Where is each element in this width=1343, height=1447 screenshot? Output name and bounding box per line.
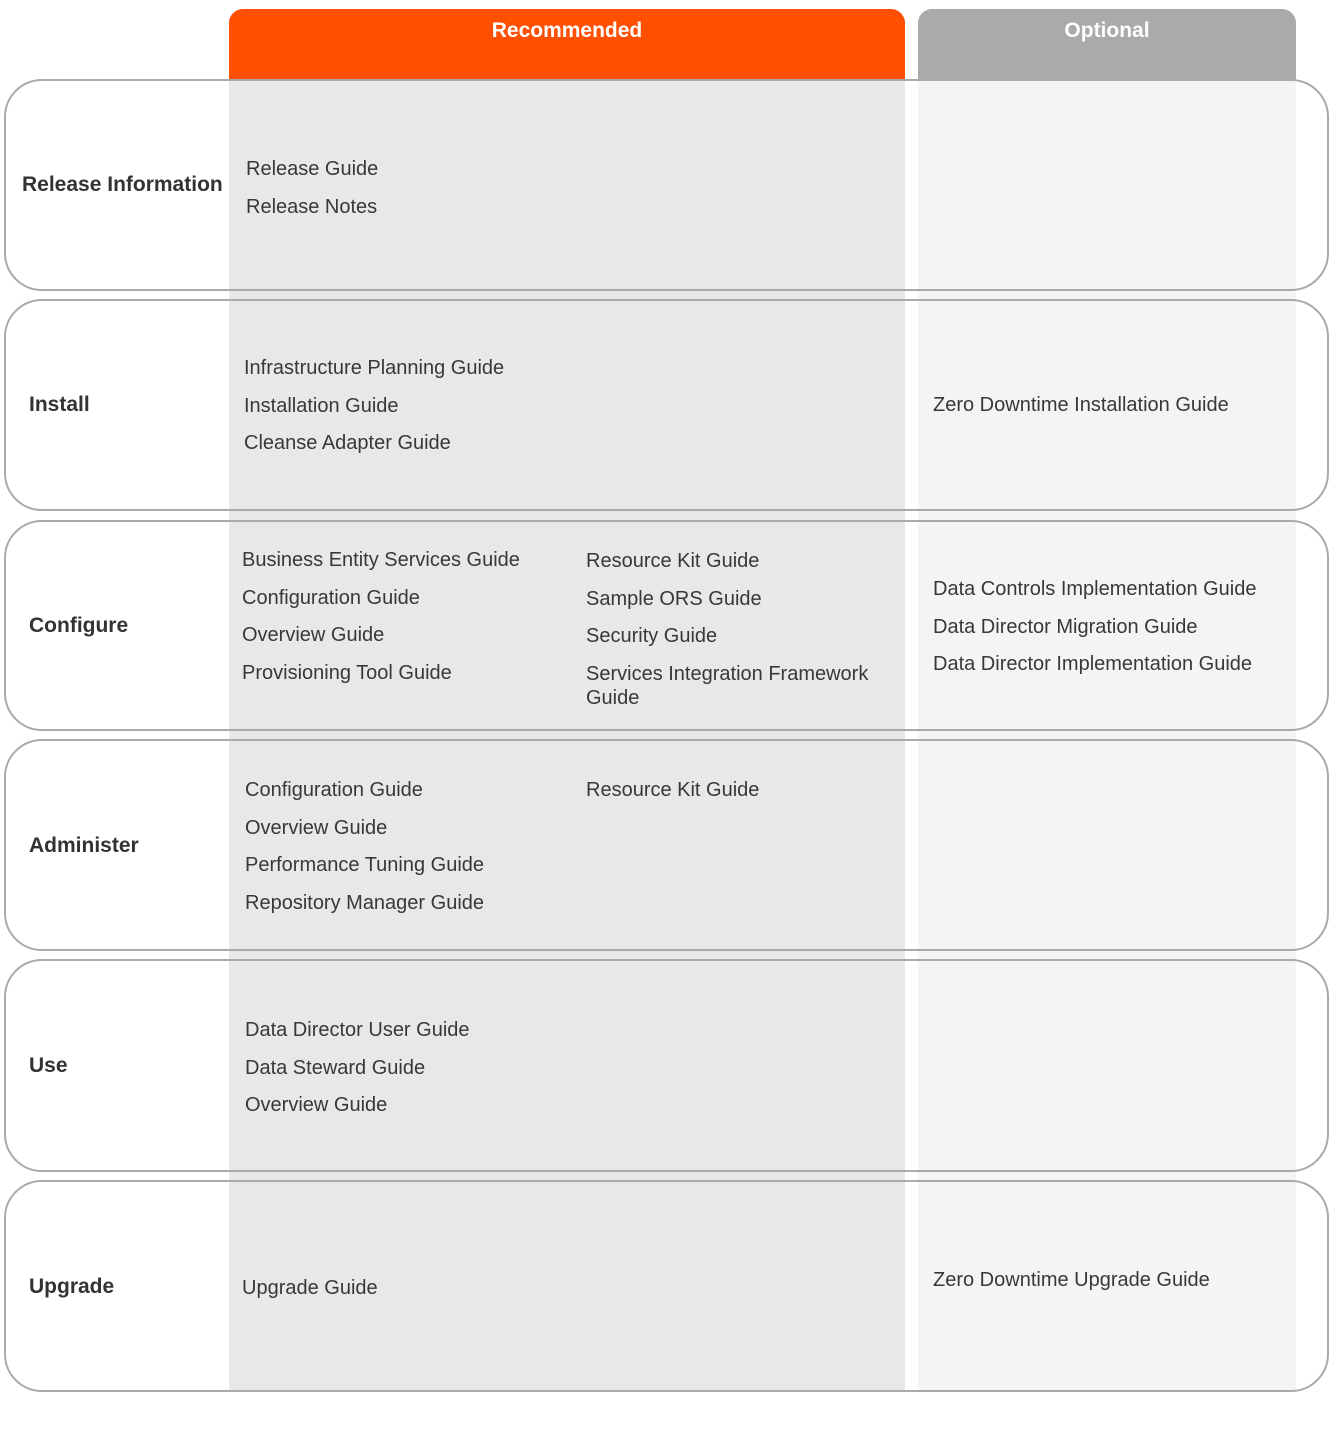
- doc-link[interactable]: Data Director User Guide: [245, 1018, 470, 1056]
- doc-link[interactable]: Resource Kit Guide: [586, 549, 886, 587]
- doc-link[interactable]: Data Director Implementation Guide: [933, 652, 1257, 690]
- doc-link[interactable]: Zero Downtime Installation Guide: [933, 393, 1229, 431]
- doc-link[interactable]: Upgrade Guide: [242, 1276, 378, 1314]
- doc-link[interactable]: Release Guide: [246, 157, 378, 195]
- doc-link[interactable]: Infrastructure Planning Guide: [244, 356, 504, 394]
- doc-link[interactable]: Overview Guide: [245, 816, 484, 854]
- doc-link[interactable]: Sample ORS Guide: [586, 587, 886, 625]
- optional-list-install: Zero Downtime Installation Guide: [933, 393, 1229, 431]
- recommended-list-use: Data Director User Guide Data Steward Gu…: [245, 1018, 470, 1131]
- row-use: [4, 959, 1329, 1172]
- recommended-list-configure-col2: Resource Kit Guide Sample ORS Guide Secu…: [586, 549, 886, 710]
- recommended-list-configure-col1: Business Entity Services Guide Configura…: [242, 548, 520, 698]
- row-label-use: Use: [29, 1054, 68, 1077]
- doc-link[interactable]: Security Guide: [586, 624, 886, 662]
- optional-list-upgrade: Zero Downtime Upgrade Guide: [933, 1268, 1210, 1306]
- doc-link[interactable]: Performance Tuning Guide: [245, 853, 484, 891]
- doc-link[interactable]: Overview Guide: [242, 623, 520, 661]
- row-label-administer: Administer: [29, 834, 139, 857]
- row-label-release-information: Release Information: [22, 173, 223, 196]
- doc-link[interactable]: Cleanse Adapter Guide: [244, 431, 504, 469]
- recommended-list-administer-col1: Configuration Guide Overview Guide Perfo…: [245, 778, 484, 928]
- optional-column-header: Optional: [918, 9, 1296, 79]
- doc-link[interactable]: Configuration Guide: [242, 586, 520, 624]
- doc-link[interactable]: Data Controls Implementation Guide: [933, 577, 1257, 615]
- doc-link[interactable]: Zero Downtime Upgrade Guide: [933, 1268, 1210, 1306]
- doc-link[interactable]: Repository Manager Guide: [245, 891, 484, 929]
- recommended-column-header: Recommended: [229, 9, 905, 79]
- row-label-configure: Configure: [29, 614, 129, 637]
- doc-link[interactable]: Installation Guide: [244, 394, 504, 432]
- doc-link[interactable]: Provisioning Tool Guide: [242, 661, 520, 699]
- recommended-list-release-information: Release Guide Release Notes: [246, 157, 378, 232]
- recommended-list-upgrade: Upgrade Guide: [242, 1276, 378, 1314]
- recommended-list-administer-col2: Resource Kit Guide: [586, 778, 759, 816]
- doc-link[interactable]: Configuration Guide: [245, 778, 484, 816]
- doc-link[interactable]: Overview Guide: [245, 1093, 470, 1131]
- doc-link[interactable]: Data Steward Guide: [245, 1056, 470, 1094]
- optional-list-configure: Data Controls Implementation Guide Data …: [933, 577, 1257, 690]
- doc-link[interactable]: Business Entity Services Guide: [242, 548, 520, 586]
- doc-link[interactable]: Data Director Migration Guide: [933, 615, 1257, 653]
- doc-link[interactable]: Release Notes: [246, 195, 378, 233]
- row-administer: [4, 739, 1329, 951]
- row-label-install: Install: [29, 393, 90, 416]
- doc-link[interactable]: Services Integration Framework Guide: [586, 662, 886, 710]
- doc-link[interactable]: Resource Kit Guide: [586, 778, 759, 816]
- row-label-upgrade: Upgrade: [29, 1275, 115, 1298]
- recommended-list-install: Infrastructure Planning Guide Installati…: [244, 356, 504, 469]
